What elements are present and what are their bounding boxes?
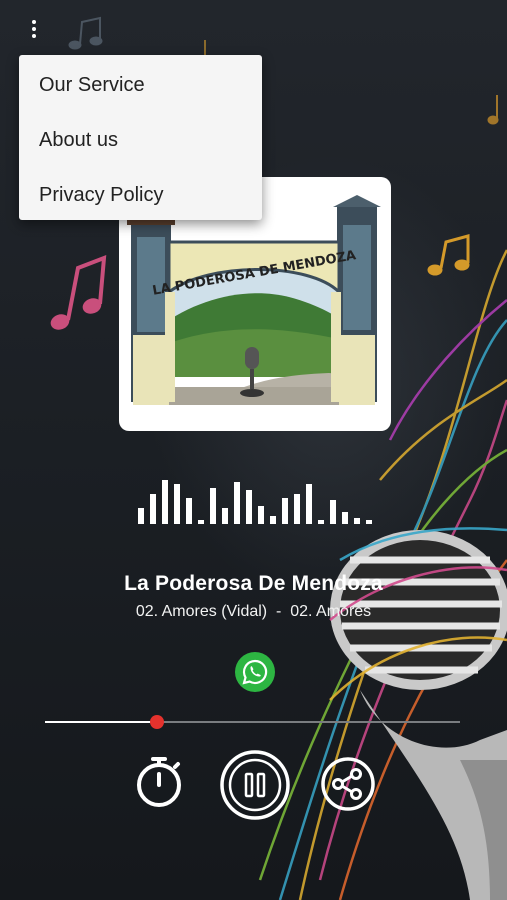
seek-progress xyxy=(45,721,158,723)
station-name: La Poderosa De Mendoza xyxy=(124,572,383,595)
share-icon[interactable] xyxy=(320,756,376,812)
pause-icon[interactable] xyxy=(219,749,291,821)
more-vert-icon[interactable] xyxy=(22,14,46,44)
menu-item-privacy-policy[interactable]: Privacy Policy xyxy=(39,183,163,207)
whatsapp-icon[interactable] xyxy=(235,652,275,692)
audio-visualizer xyxy=(138,480,372,524)
seek-thumb[interactable] xyxy=(150,715,165,729)
seek-bar[interactable] xyxy=(45,715,460,729)
track-title: 02. Amores (Vidal) - 02. Amores xyxy=(135,603,372,620)
menu-item-our-service[interactable]: Our Service xyxy=(39,73,145,97)
menu-item-about-us[interactable]: About us xyxy=(39,128,118,152)
stopwatch-icon[interactable] xyxy=(133,754,185,808)
overflow-menu: Our Service About us Privacy Policy xyxy=(19,55,262,220)
